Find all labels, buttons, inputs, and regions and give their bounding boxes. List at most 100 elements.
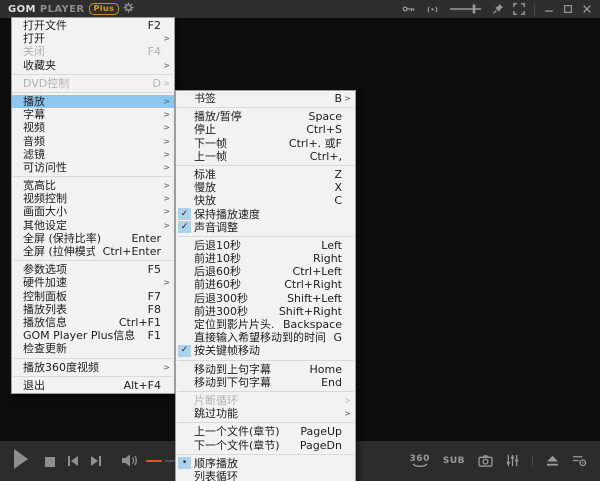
menu-item[interactable]: 慢放X (176, 181, 355, 194)
menu-item[interactable]: 画面大小> (12, 205, 174, 218)
submenu-arrow-icon: > (161, 192, 174, 205)
menu-item-label: 其他设定 (23, 219, 67, 232)
menu-item-shortcut: Space (300, 110, 342, 123)
menu-item[interactable]: 视频> (12, 121, 174, 134)
menu-item-label: 硬件加速 (23, 276, 67, 289)
menu-item-label: 收藏夹 (23, 59, 56, 72)
menu-item[interactable]: 播放360度视频> (12, 361, 174, 374)
menu-item[interactable]: 书签B> (176, 92, 355, 105)
menu-item[interactable]: 上一个文件(章节)PageUp (176, 425, 355, 438)
check-icon: ✓ (178, 221, 191, 233)
menu-item[interactable]: 播放信息Ctrl+F1 (12, 316, 174, 329)
menu-item[interactable]: 后退10秒 Left (176, 239, 355, 252)
menu-item[interactable]: 后退300秒Shift+Left (176, 292, 355, 305)
menu-item-label: 跳过功能 (194, 407, 238, 420)
menu-item[interactable]: 下一帧Ctrl+. 或F (176, 137, 355, 150)
submenu-arrow-icon: > (161, 95, 174, 108)
previous-button[interactable] (67, 452, 79, 471)
menu-item-shortcut: Ctrl+Left (285, 265, 342, 278)
menu-item[interactable]: ✓保持播放速度 (176, 208, 355, 221)
menu-item[interactable]: 硬件加速> (12, 276, 174, 289)
menu-item[interactable]: 收藏夹 > (12, 59, 174, 72)
submenu-arrow-icon: > (161, 121, 174, 134)
menu-item-shortcut: F8 (140, 303, 161, 316)
menu-item[interactable]: 移动到下句字幕End (176, 376, 355, 389)
next-button[interactable] (90, 452, 102, 471)
menu-item[interactable]: 其他设定> (12, 219, 174, 232)
menu-item[interactable]: 列表循环 (176, 470, 355, 481)
volume-fill (146, 460, 162, 462)
menu-item[interactable]: 打开> (12, 32, 174, 45)
menu-separator (13, 376, 173, 377)
menu-item[interactable]: 可访问性> (12, 161, 174, 174)
menu-item[interactable]: 打开文件F2 (12, 19, 174, 32)
menu-item[interactable]: 播放/暂停Space (176, 110, 355, 123)
menu-item-shortcut: Left (313, 239, 342, 252)
submenu-arrow-icon: > (342, 394, 355, 407)
menu-item[interactable]: 停止Ctrl+S (176, 123, 355, 136)
equalizer-icon[interactable] (506, 452, 519, 471)
menu-item[interactable]: 播放> (12, 95, 174, 108)
menu-item[interactable]: 前进60秒Ctrl+Right (176, 278, 355, 291)
menu-separator (177, 107, 354, 108)
maximize-icon[interactable] (563, 4, 573, 14)
menu-item[interactable]: 移动到上句字幕Home (176, 363, 355, 376)
menu-item[interactable]: 宽高比> (12, 179, 174, 192)
menu-item-shortcut: Ctrl+. 或F (281, 137, 342, 150)
menu-item[interactable]: 参数选项F5 (12, 263, 174, 276)
menu-item-shortcut: F4 (140, 45, 161, 58)
menu-item[interactable]: 控制面板F7 (12, 290, 174, 303)
broadcast-icon[interactable] (425, 4, 440, 15)
menu-item-label: 后退10秒 (194, 239, 241, 252)
menu-item[interactable]: 下一个文件(章节)PageDn (176, 439, 355, 452)
menu-item-label: 按关键帧移动 (194, 344, 260, 357)
menu-item-label: GOM Player Plus信息 (23, 329, 135, 342)
snapshot-icon[interactable] (478, 452, 493, 471)
menu-item-label: 滤镜 (23, 148, 45, 161)
subtitle-button[interactable]: SUB (443, 456, 465, 466)
menu-item[interactable]: ✓声音调整 (176, 221, 355, 234)
menu-item[interactable]: 音频> (12, 135, 174, 148)
360-icon[interactable]: 360 (410, 455, 430, 468)
menu-item[interactable]: 标准Z (176, 168, 355, 181)
submenu-arrow-icon: > (161, 59, 174, 72)
menu-item[interactable]: 字幕> (12, 108, 174, 121)
menu-item[interactable]: 全屏 (拉伸模式)Ctrl+Enter (12, 245, 174, 258)
360-label: 360 (410, 455, 430, 463)
menu-item[interactable]: 视频控制> (12, 192, 174, 205)
menu-item[interactable]: 直接输入希望移动到的时间G (176, 331, 355, 344)
menu-item[interactable]: ✓按关键帧移动 (176, 344, 355, 357)
menu-item[interactable]: •顺序播放 (176, 457, 355, 470)
menu-item[interactable]: 上一帧Ctrl+, (176, 150, 355, 163)
stop-button[interactable] (45, 452, 55, 471)
menu-item[interactable]: 定位到影片片头..Backspace (176, 318, 355, 331)
menu-item-label: 打开 (23, 32, 45, 45)
menu-separator (177, 236, 354, 237)
menu-item[interactable]: 检查更新 (12, 342, 174, 355)
key-icon[interactable] (402, 4, 416, 14)
menu-item[interactable]: 播放列表F8 (12, 303, 174, 316)
menu-item[interactable]: 全屏 (保持比率)Enter (12, 232, 174, 245)
menu-item[interactable]: 滤镜> (12, 148, 174, 161)
volume-icon[interactable] (122, 452, 138, 471)
menu-item[interactable]: 前进10秒Right (176, 252, 355, 265)
play-button[interactable] (13, 449, 29, 473)
close-icon[interactable] (582, 4, 592, 14)
opacity-slider[interactable] (449, 3, 483, 15)
menu-item[interactable]: GOM Player Plus信息F1 (12, 329, 174, 342)
menu-item[interactable]: 后退60秒Ctrl+Left (176, 265, 355, 278)
menu-item-label: 上一个文件(章节) (194, 425, 280, 438)
menu-item[interactable]: 前进300秒Shift+Right (176, 305, 355, 318)
menu-item[interactable]: 跳过功能> (176, 407, 355, 420)
minimize-icon[interactable] (544, 4, 554, 14)
menu-item-label: 全屏 (保持比率) (23, 232, 101, 245)
menu-item[interactable]: 快放C (176, 194, 355, 207)
fullscreen-icon[interactable] (513, 3, 525, 15)
menu-item-shortcut: Z (326, 168, 342, 181)
menu-item-shortcut: C (326, 194, 342, 207)
menu-item[interactable]: 退出Alt+F4 (12, 379, 174, 392)
gear-icon[interactable] (123, 2, 134, 16)
pin-icon[interactable] (492, 3, 504, 15)
eject-icon[interactable] (546, 452, 559, 471)
playlist-icon[interactable] (572, 452, 587, 471)
